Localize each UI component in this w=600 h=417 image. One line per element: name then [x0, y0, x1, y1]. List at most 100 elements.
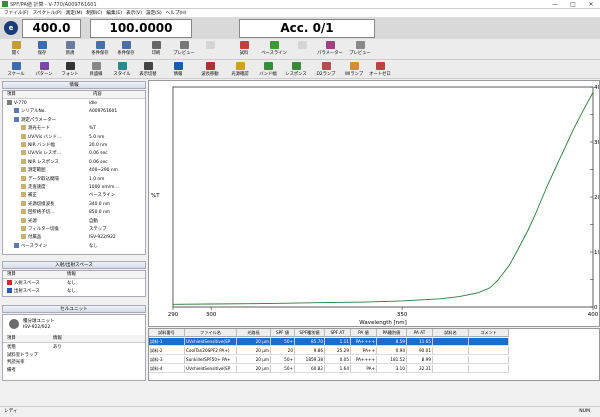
column-header[interactable]: SPF 値: [271, 329, 295, 337]
info-row[interactable]: 走査速度 1000 nm/m…: [3, 184, 145, 192]
column-header[interactable]: 光路長: [237, 329, 271, 337]
table-row[interactable]: 試料-3 SunkillerSPF50+ PA+ 20 μm 50+ 1859.38 0.…: [149, 356, 600, 364]
info-key-text: 測定パラメーター: [21, 117, 56, 123]
table-cell: 8.99: [407, 356, 433, 364]
toolbar-button[interactable]: [288, 40, 316, 59]
column-header[interactable]: PA種別値: [377, 329, 407, 337]
col-info: 情報: [67, 272, 76, 277]
table-cell: [469, 338, 509, 346]
table-row[interactable]: 試料-4 UVshieldSensitive(SP 20 μm 50+ 60.82 1.6…: [149, 365, 600, 373]
view-toolbar-button[interactable]: レスポンス: [282, 61, 310, 79]
column-header[interactable]: 試料名: [433, 329, 469, 337]
info-key: NIR レスポンス: [21, 158, 59, 167]
view-toolbar-button[interactable]: 目盛線: [82, 61, 110, 79]
minimize-button[interactable]: —: [546, 0, 564, 9]
info-row[interactable]: 付属品 ISV-922/922: [3, 234, 145, 242]
menu-item[interactable]: ヘルプ(H): [166, 10, 187, 16]
maximize-button[interactable]: □: [564, 0, 582, 9]
menu-item[interactable]: スペクトル(P): [33, 10, 62, 16]
column-header[interactable]: ファイル名: [185, 329, 237, 337]
view-toolbar-button[interactable]: スタイル: [108, 61, 136, 79]
plot-frame: [172, 86, 594, 308]
toolbar-button[interactable]: 開く: [2, 40, 30, 59]
toolbar-button-label: ベースライン: [261, 51, 287, 56]
toolbar-button[interactable]: 新規: [56, 40, 84, 59]
toolbar-button-label: プレビュー: [349, 51, 371, 56]
view-toolbar-button[interactable]: 光源確認: [226, 61, 254, 79]
info-row[interactable]: 光源 自動: [3, 217, 145, 226]
view-toolbar-button[interactable]: パターン: [30, 61, 58, 79]
view-toolbar-button[interactable]: WIランプ: [340, 61, 368, 79]
window-title: SPF/PA値 計算 - V-770/A009761601: [10, 1, 97, 8]
toolbar-button[interactable]: ベースライン: [260, 40, 288, 59]
view-toolbar-button[interactable]: フォント: [56, 61, 84, 79]
info-row[interactable]: 測光モード %T: [3, 125, 145, 133]
info-value: 1.0 nm: [89, 176, 105, 182]
view-toolbar-button[interactable]: 表示切替: [134, 61, 162, 79]
toolbar-button[interactable]: パラメーター: [316, 40, 344, 59]
toolbar-button-label: 試料: [239, 51, 249, 56]
table-row[interactable]: 試料-1 UVshieldSensitive(SP 20 μm 50+ 85.70 1.1…: [149, 338, 600, 346]
toolbar-button-label: 開く: [11, 51, 21, 56]
info-row[interactable]: NIR レスポンス 0.06 sec: [3, 158, 145, 167]
info-value: 5.0 nm: [89, 134, 105, 140]
column-header[interactable]: 試料番号: [149, 329, 185, 337]
toolbar-button[interactable]: プレビュー: [170, 40, 198, 59]
info-row[interactable]: 光源切換波長 340.0 nm: [3, 200, 145, 209]
info-row[interactable]: ベースライン なし: [3, 242, 145, 251]
menu-item[interactable]: 編集(E): [106, 10, 122, 16]
info-row[interactable]: データ取込間隔 1.0 nm: [3, 175, 145, 184]
close-button[interactable]: ✕: [582, 0, 600, 9]
column-header[interactable]: SPF種別値: [295, 329, 325, 337]
info-icon: [173, 62, 183, 70]
info-row[interactable]: V-770 idle: [3, 100, 145, 108]
toolbar-button[interactable]: 印刷: [142, 40, 170, 59]
menu-item[interactable]: 設定(S): [146, 10, 162, 16]
view-toolbar-button[interactable]: 情報: [164, 61, 192, 79]
table-cell: 20 μm: [237, 338, 271, 346]
info-row[interactable]: 測定範囲 400~290 nm: [3, 167, 145, 175]
toolbar-button[interactable]: 保存: [28, 40, 56, 59]
menu-item[interactable]: 制御(C): [86, 10, 102, 16]
toolbar-button[interactable]: [196, 40, 224, 59]
toolbar-button[interactable]: プレビュー: [346, 40, 374, 59]
info-row[interactable]: シリアルNo. A009761601: [3, 108, 145, 116]
column-header[interactable]: PA AT: [407, 329, 433, 337]
tree-node-icon: [21, 209, 26, 215]
io-value: なし: [67, 289, 76, 294]
toolbar-button-label: 印刷: [151, 51, 161, 56]
view-toolbar-button[interactable]: D2ランプ: [312, 61, 340, 79]
view-toolbar-button[interactable]: バンド幅: [254, 61, 282, 79]
info-row[interactable]: UV/Vis レスポ… 0.06 sec: [3, 150, 145, 158]
menu-item[interactable]: 表示(V): [126, 10, 142, 16]
view-toolbar-button[interactable]: オートゼロ: [366, 61, 394, 79]
toolbar-button[interactable]: 条件保存: [86, 40, 114, 59]
menu-item[interactable]: 測定(M): [66, 10, 83, 16]
column-header[interactable]: PA 値: [351, 329, 377, 337]
info-row[interactable]: NIR バンド幅 20.0 nm: [3, 142, 145, 150]
table-cell: [433, 338, 469, 346]
io-key: 入射スペース: [7, 280, 40, 288]
info-row[interactable]: 回折格子切… 850.0 nm: [3, 209, 145, 217]
info-key-text: NIR バンド幅: [28, 143, 55, 148]
toolbar-button[interactable]: 条件保存: [112, 40, 140, 59]
column-header[interactable]: コメント: [469, 329, 509, 337]
io-key-text: 入射スペース: [14, 281, 40, 286]
toolbar-button[interactable]: 試料: [230, 40, 258, 59]
spectrum-chart[interactable]: 0 10 20 30 40 290 300 350 400 Wavelength [nm] %T: [148, 80, 600, 327]
table-cell: 試料-1: [149, 338, 185, 346]
table-cell: 85.70: [295, 338, 325, 346]
info-row[interactable]: UV/Vis バンド… 5.0 nm: [3, 133, 145, 142]
info-value: 20.0 nm: [89, 143, 108, 148]
table-cell: [469, 356, 509, 364]
info-row[interactable]: 測定パラメーター: [3, 116, 145, 125]
info-row[interactable]: 補正 ベースライン: [3, 192, 145, 200]
view-toolbar-button[interactable]: スケール: [2, 61, 30, 79]
tree-node-icon: [21, 142, 26, 147]
folder-icon: [11, 41, 21, 49]
column-header[interactable]: SPF AT: [325, 329, 351, 337]
info-row[interactable]: フィルター切換 ステップ: [3, 226, 145, 234]
view-toolbar-button[interactable]: 波長移動: [196, 61, 224, 79]
menu-item[interactable]: ファイル(F): [4, 10, 29, 16]
table-row[interactable]: 試料-2 CoolTan20SPF2 PA+) 20 μm 20 9.86 25.29 PA…: [149, 347, 600, 355]
